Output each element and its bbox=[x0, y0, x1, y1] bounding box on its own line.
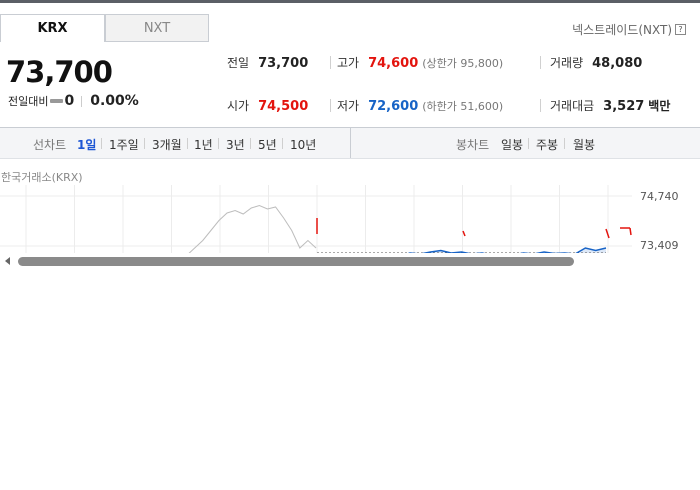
low-value: 72,600 bbox=[368, 99, 419, 114]
open-label: 시가 bbox=[227, 99, 250, 113]
divider bbox=[540, 56, 541, 69]
flat-change-icon bbox=[50, 99, 64, 103]
intraday-chart: 74,740 73,409 bbox=[0, 185, 700, 255]
scroll-thumb[interactable] bbox=[18, 257, 574, 266]
exchange-label: 한국거래소(KRX) bbox=[1, 171, 83, 184]
divider bbox=[144, 138, 145, 149]
chart-grid bbox=[0, 185, 632, 255]
period-3m[interactable]: 3개월 bbox=[152, 136, 182, 153]
divider bbox=[564, 138, 565, 149]
candle-daily[interactable]: 일봉 bbox=[501, 136, 523, 153]
change-row: 전일대비 0 0.00% bbox=[8, 93, 139, 109]
prev-close: 전일 73,700 bbox=[227, 54, 308, 71]
high-value: 74,600 bbox=[368, 56, 419, 71]
volume: 거래량 48,080 bbox=[550, 54, 642, 71]
divider bbox=[282, 138, 283, 149]
open-price: 시가 74,500 bbox=[227, 97, 308, 114]
high-price: 고가 74,600 (상한가 95,800) bbox=[337, 54, 503, 71]
up-tick bbox=[462, 230, 466, 237]
upper-limit: (상한가 95,800) bbox=[422, 57, 504, 70]
trade-amount: 거래대금 3,527 백만 bbox=[550, 97, 670, 114]
divider bbox=[528, 138, 529, 149]
low-price: 저가 72,600 (하한가 51,600) bbox=[337, 97, 503, 114]
open-value: 74,500 bbox=[258, 99, 309, 114]
volume-value: 48,080 bbox=[592, 56, 643, 71]
horizontal-scrollbar[interactable] bbox=[0, 253, 700, 269]
prev-close-value: 73,700 bbox=[258, 56, 309, 71]
change-label: 전일대비 bbox=[8, 95, 49, 108]
divider bbox=[218, 138, 219, 149]
divider bbox=[250, 138, 251, 149]
divider bbox=[101, 138, 102, 149]
period-1w[interactable]: 1주일 bbox=[109, 136, 139, 153]
low-label: 저가 bbox=[337, 99, 360, 113]
period-10y[interactable]: 10년 bbox=[290, 136, 316, 153]
period-5y[interactable]: 5년 bbox=[258, 136, 277, 153]
bar-divider bbox=[350, 128, 351, 158]
amount-label: 거래대금 bbox=[550, 99, 595, 113]
divider bbox=[81, 95, 83, 107]
chart-canvas bbox=[0, 185, 632, 255]
period-3y[interactable]: 3년 bbox=[226, 136, 245, 153]
tab-nxt[interactable]: NXT bbox=[105, 14, 209, 42]
change-percent: 0.00% bbox=[90, 93, 139, 109]
lower-limit: (하한가 51,600) bbox=[422, 100, 504, 113]
line-chart-label: 선차트 bbox=[33, 138, 67, 152]
divider bbox=[187, 138, 188, 149]
candle-chart-label: 봉차트 bbox=[456, 138, 490, 152]
prev-close-label: 전일 bbox=[227, 56, 250, 70]
up-ticks bbox=[316, 218, 632, 239]
amount-value: 3,527 bbox=[603, 99, 645, 114]
previous-session-line bbox=[186, 204, 317, 255]
up-tick bbox=[629, 227, 632, 236]
period-1y[interactable]: 1년 bbox=[194, 136, 213, 153]
period-bar: 선차트 1일 1주일 3개월 1년 3년 5년 10년 봉차트 일봉 주봉 월봉 bbox=[0, 127, 700, 159]
candle-weekly[interactable]: 주봉 bbox=[536, 136, 558, 153]
y-axis-label-mid: 73,409 bbox=[640, 239, 679, 252]
nxt-link[interactable]: 넥스트레이드(NXT) ? bbox=[572, 21, 686, 38]
y-axis-label-top: 74,740 bbox=[640, 190, 679, 203]
help-icon[interactable]: ? bbox=[675, 24, 686, 35]
volume-label: 거래량 bbox=[550, 56, 584, 70]
amount-unit: 백만 bbox=[648, 99, 671, 113]
divider bbox=[540, 99, 541, 112]
top-border bbox=[0, 0, 700, 3]
change-value: 0 bbox=[64, 93, 75, 109]
period-1d[interactable]: 1일 bbox=[77, 136, 96, 153]
divider bbox=[330, 56, 331, 69]
high-label: 고가 bbox=[337, 56, 360, 70]
nxt-link-label[interactable]: 넥스트레이드(NXT) bbox=[572, 21, 672, 38]
scroll-left-icon[interactable] bbox=[5, 257, 10, 265]
divider bbox=[330, 99, 331, 112]
tab-krx[interactable]: KRX bbox=[0, 14, 105, 42]
candle-monthly[interactable]: 월봉 bbox=[573, 136, 595, 153]
current-price: 73,700 bbox=[6, 55, 113, 89]
